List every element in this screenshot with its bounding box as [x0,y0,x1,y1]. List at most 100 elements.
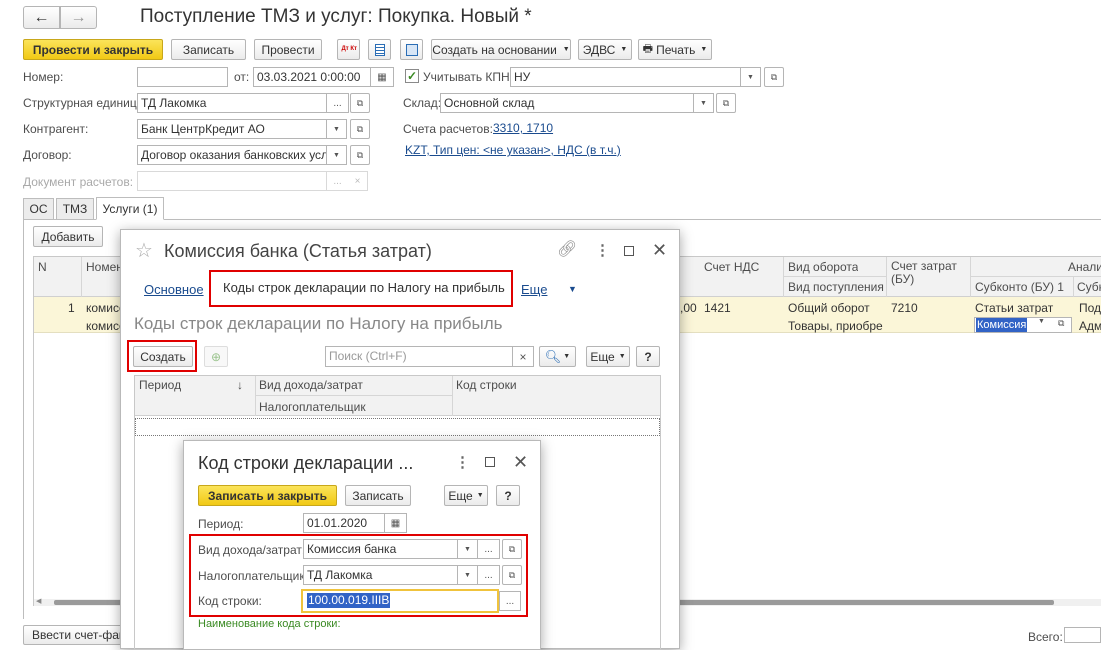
structure-button[interactable] [400,39,423,60]
row-receipt: Товары, приобре [788,319,883,333]
empty-row [135,418,660,436]
kpn-select[interactable]: НУ [510,67,741,87]
dialog2-help-button[interactable]: ? [496,485,520,506]
open-icon: ⧉ [356,123,364,134]
close-icon[interactable]: ✕ [652,240,667,261]
contractor-label: Контрагент: [23,122,89,136]
open-icon[interactable]: ⧉ [1058,318,1064,329]
more-vertical-icon[interactable]: ⋮ [595,241,610,259]
income-type-open-button[interactable]: ⧉ [502,539,522,559]
tab-more[interactable]: Еще [521,282,547,297]
unit-select-button[interactable]: ... [327,93,349,113]
settlement-doc-select-button: ... [327,171,349,191]
contract-field[interactable]: Договор оказания банковских услуг [137,145,327,165]
contractor-field[interactable]: Банк ЦентрКредит АО [137,119,327,139]
contract-open-button[interactable]: ⧉ [350,145,370,165]
dialog2-save-button[interactable]: Записать [345,485,411,506]
tab-main[interactable]: Основное [144,282,204,297]
col-period-header[interactable]: Период [139,378,181,392]
line-code-value[interactable]: 100.00.019.IIIВ [307,593,391,608]
tab-services[interactable]: Услуги (1) [96,197,164,220]
row-extra-1: Под [1079,301,1101,315]
col-line-code-header[interactable]: Код строки [456,378,517,392]
add-button[interactable]: Добавить [33,226,103,247]
link-icon[interactable]: 🔗︎ [557,239,577,259]
accounts-label: Счета расчетов: [403,122,493,136]
maximize-icon[interactable] [624,246,634,256]
help-button[interactable]: ? [636,346,660,367]
row-subconto-value[interactable]: Комиссия [976,318,1028,332]
unit-field[interactable]: ТД Лакомка [137,93,327,113]
number-field[interactable] [137,67,228,87]
more-vertical-icon[interactable]: ⋮ [455,453,470,471]
settlement-doc-field [137,171,327,191]
col-cost-account-header: Счет затрат (БУ) [891,260,957,286]
period-field[interactable]: 01.01.2020 [303,513,385,533]
taxpayer-dropdown-button[interactable]: ▼ [458,565,478,585]
kpn-open-button[interactable]: ⧉ [764,67,784,87]
open-icon: ⧉ [356,97,364,108]
back-button[interactable]: ← [23,6,60,29]
save-button[interactable]: Записать [171,39,246,60]
search-field[interactable]: Поиск (Ctrl+F) [325,346,513,367]
price-type-link[interactable]: KZT, Тип цен: <не указан>, НДС (в т.ч.) [405,143,621,157]
maximize-icon[interactable] [485,457,495,467]
row-vat-account: 1421 [704,301,731,315]
income-type-field[interactable]: Комиссия банка [303,539,458,559]
search-clear-button[interactable]: × [513,346,534,367]
col-income-type-header[interactable]: Вид дохода/затрат [259,378,363,392]
post-button[interactable]: Провести [254,39,322,60]
enter-invoice-button[interactable]: Ввести счет-факт [23,625,130,645]
post-and-close-button[interactable]: Провести и закрыть [23,39,163,60]
unit-open-button[interactable]: ⧉ [350,93,370,113]
warehouse-field[interactable]: Основной склад [440,93,694,113]
contractor-dropdown-button[interactable]: ▼ [327,119,347,139]
more-button[interactable]: Еще ▼ [586,346,630,367]
open-icon: ⧉ [356,149,364,160]
kpn-checkbox[interactable]: ✓ [405,69,419,83]
copy-button: ⊕ [204,346,228,367]
dropdown-arrow-icon[interactable]: ▼ [1038,318,1045,325]
edvs-button[interactable]: ЭДВС ▼ [578,39,632,60]
taxpayer-select-button[interactable]: ... [478,565,500,585]
col-taxpayer-header[interactable]: Налогоплательщик [259,400,366,414]
col-divider [783,257,784,297]
save-and-close-button[interactable]: Записать и закрыть [198,485,337,506]
dropdown-arrow-icon: ▼ [333,125,340,133]
warehouse-label: Склад: [403,96,442,110]
row-subconto-type: Статьи затрат [975,301,1054,315]
list-button[interactable] [368,39,391,60]
income-type-select-button[interactable]: ... [478,539,500,559]
warehouse-dropdown-button[interactable]: ▼ [694,93,714,113]
dropdown-arrow-icon: ▼ [464,571,471,579]
warehouse-open-button[interactable]: ⧉ [716,93,736,113]
copy-add-icon: ⊕ [210,349,222,364]
calendar-button[interactable]: ▦ [371,67,394,87]
date-field[interactable]: 03.03.2021 0:00:00 [253,67,371,87]
dialog2-more-button[interactable]: Еще ▼ [444,485,488,506]
tab-tmz[interactable]: ТМЗ [56,198,94,220]
favorite-star-icon[interactable]: ☆ [135,238,153,263]
kpn-dropdown-button[interactable]: ▼ [741,67,761,87]
tab-os[interactable]: ОС [23,198,54,220]
dt-kt-button[interactable]: Дт Кт [337,39,360,60]
taxpayer-open-button[interactable]: ⧉ [502,565,522,585]
forward-button[interactable]: → [60,6,97,29]
contractor-open-button[interactable]: ⧉ [350,119,370,139]
taxpayer-label: Налогоплательщик: [198,569,308,583]
contract-dropdown-button[interactable]: ▼ [327,145,347,165]
create-based-button[interactable]: Создать на основании ▼ [431,39,571,60]
income-type-dropdown-button[interactable]: ▼ [458,539,478,559]
search-button[interactable]: 🔍︎ ▼ [539,346,576,367]
taxpayer-field[interactable]: ТД Лакомка [303,565,458,585]
accounts-link[interactable]: 3310, 1710 [493,121,553,135]
scroll-left-icon[interactable]: ◀ [36,597,41,605]
dropdown-arrow-icon: ▼ [562,46,570,53]
tab-declaration-codes[interactable]: Коды строк декларации по Налогу на прибы… [223,280,505,295]
print-button[interactable]: 🖶 Печать ▼ [638,39,712,60]
chevron-down-icon[interactable]: ▼ [568,284,577,294]
period-calendar-button[interactable]: ▦ [385,513,407,533]
close-icon[interactable]: ✕ [513,452,528,473]
line-code-select-button[interactable]: ... [499,591,521,611]
create-button[interactable]: Создать [133,346,193,367]
